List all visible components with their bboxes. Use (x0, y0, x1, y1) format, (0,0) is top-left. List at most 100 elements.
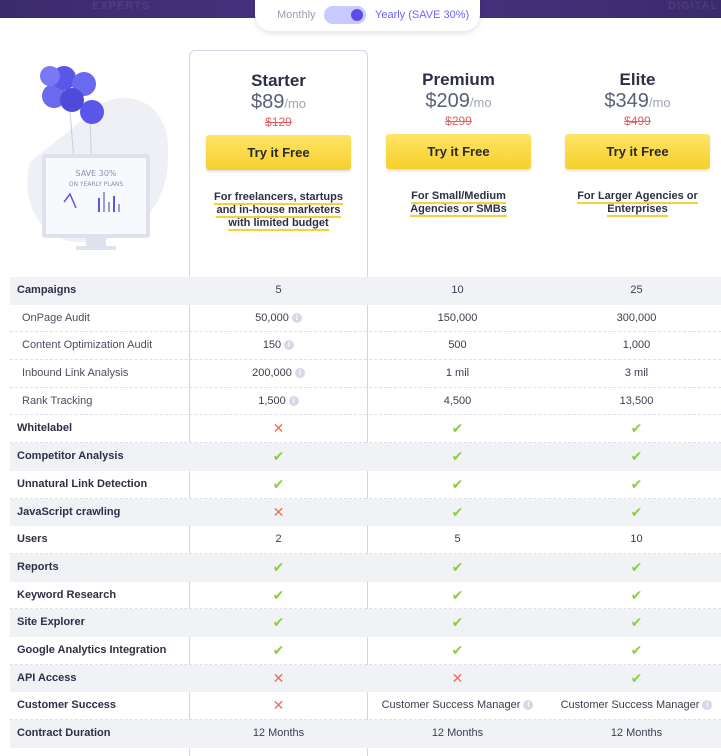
info-icon[interactable]: i (284, 340, 295, 351)
table-row: OnPage Audit 50,000 i 150,000 300,000 (10, 305, 721, 333)
check-icon: ✔ (451, 475, 464, 492)
feature-value: 5 (275, 284, 282, 296)
table-row: Customer Success ✕ Customer Success Manage… (10, 692, 721, 720)
table-row: Google Analytics Integration ✔ ✔ ✔ (10, 637, 721, 665)
check-icon: ✔ (630, 669, 643, 686)
feature-value: 10 (451, 284, 464, 296)
feature-label: Rank Tracking (22, 394, 93, 407)
feature-value: 1 mil (445, 367, 470, 380)
feature-label: JavaScript crawling (17, 505, 121, 518)
cross-icon: ✕ (272, 503, 285, 520)
plan-name: Starter (251, 71, 306, 90)
info-icon[interactable]: i (702, 700, 713, 711)
feature-label: Campaigns (17, 284, 77, 296)
illus-line1: SAVE 30% (75, 169, 116, 178)
check-icon: ✔ (630, 448, 643, 465)
feature-label: Inbound Link Analysis (22, 367, 129, 380)
cross-icon: ✕ (451, 669, 464, 686)
feature-label: Site Explorer (17, 616, 85, 629)
check-icon: ✔ (630, 420, 643, 437)
table-row: API Access ✕ ✕ ✔ (10, 664, 721, 693)
check-icon: ✔ (272, 558, 285, 575)
check-icon: ✔ (451, 558, 464, 575)
table-row: Content Optimization Audit 150 i 500 1,000 (10, 332, 721, 361)
table-row: Site Explorer ✔ ✔ ✔ (10, 609, 721, 637)
feature-label: Competitor Analysis (17, 450, 124, 463)
feature-label: Contract Duration (17, 727, 111, 739)
check-icon: ✔ (630, 475, 643, 492)
illus-line2: ON YEARLY PLANS (69, 181, 124, 188)
plan-old-price: $299 (445, 114, 472, 128)
monthly-option[interactable]: Monthly (277, 9, 316, 21)
feature-value: 50,000 i (189, 305, 368, 332)
table-row: JavaScript crawling ✕ ✔ ✔ (10, 498, 721, 527)
feature-label: Keyword Research (17, 588, 117, 601)
try-free-button[interactable]: Try it Free (206, 135, 351, 170)
check-icon: ✔ (451, 503, 464, 520)
check-icon: ✔ (272, 586, 285, 603)
plan-description: For Small/Medium Agencies or SMBs (410, 190, 507, 217)
banner-word: EXPERTS (92, 0, 151, 12)
feature-value: 1,500 i (189, 388, 368, 415)
feature-value: 12 Months (431, 727, 484, 739)
feature-value: 4,500 (443, 394, 472, 407)
feature-comparison-table: Campaigns 5 10 25 OnPage Audit 50,000 i 150,000… (10, 277, 721, 748)
check-icon: ✔ (451, 420, 464, 437)
plan-description: For Larger Agencies or Enterprises (577, 190, 698, 217)
feature-value: 3 mil (624, 367, 649, 380)
table-row: Contract Duration 12 Months 12 Months 12 Mo… (10, 720, 721, 748)
check-icon: ✔ (451, 641, 464, 658)
table-row: Keyword Research ✔ ✔ ✔ (10, 582, 721, 610)
billing-toggle: Monthly Yearly (SAVE 30%) (255, 0, 480, 31)
feature-value: 150,000 (437, 311, 478, 324)
check-icon: ✔ (630, 641, 643, 658)
table-row: Whitelabel ✕ ✔ ✔ (10, 415, 721, 444)
feature-label: Google Analytics Integration (17, 643, 167, 656)
cross-icon: ✕ (272, 669, 285, 686)
check-icon: ✔ (630, 586, 643, 603)
table-row: Campaigns 5 10 25 (10, 277, 721, 305)
table-row: Inbound Link Analysis 200,000 i 1 mil 3 mil (10, 360, 721, 388)
feature-label: Customer Success (17, 699, 117, 712)
feature-value: 2 (275, 533, 282, 546)
table-row: Rank Tracking 1,500 i 4,500 13,500 (10, 388, 721, 416)
feature-label: Content Optimization Audit (22, 339, 153, 352)
feature-value: 25 (630, 284, 643, 296)
try-free-button[interactable]: Try it Free (386, 134, 531, 169)
table-row: Users 2 5 10 (10, 526, 721, 554)
try-free-button[interactable]: Try it Free (565, 134, 710, 169)
feature-label: Users (17, 533, 48, 546)
info-icon[interactable]: i (294, 368, 305, 379)
cross-icon: ✕ (272, 420, 285, 437)
cross-icon: ✕ (272, 697, 285, 714)
plan-old-price: $129 (265, 115, 292, 129)
feature-value: 12 Months (252, 727, 305, 739)
table-row: Unnatural Link Detection ✔ ✔ ✔ (10, 471, 721, 499)
feature-label: Reports (17, 560, 59, 573)
plan-name: Premium (422, 70, 495, 89)
balloon-monitor-illustration: SAVE 30% ON YEARLY PLANS (20, 62, 190, 262)
plan-premium: Premium $209/mo $299 Try it Free For Sma… (369, 50, 548, 217)
feature-value: 500 (448, 339, 467, 352)
feature-label: Whitelabel (17, 422, 73, 435)
info-icon[interactable]: i (288, 395, 299, 406)
feature-value: 1,000 (622, 339, 651, 352)
yearly-option[interactable]: Yearly (SAVE 30%) (375, 9, 469, 21)
feature-value: 200,000 i (189, 360, 368, 387)
info-icon[interactable]: i (291, 312, 302, 323)
feature-value: 10 (630, 533, 643, 546)
plan-name: Elite (619, 70, 656, 89)
feature-label: Unnatural Link Detection (17, 477, 148, 490)
info-icon[interactable]: i (523, 700, 534, 711)
feature-value: 12 Months (610, 727, 663, 739)
plan-old-price: $499 (624, 114, 651, 128)
billing-switch[interactable] (324, 6, 366, 24)
plan-price: $209/mo (425, 90, 492, 112)
feature-value: 13,500 (619, 394, 654, 407)
feature-value: 5 (454, 533, 461, 546)
table-row: Competitor Analysis ✔ ✔ ✔ (10, 443, 721, 471)
switch-knob (351, 9, 363, 21)
check-icon: ✔ (272, 641, 285, 658)
plan-price: $89/mo (250, 91, 307, 113)
check-icon: ✔ (451, 614, 464, 631)
